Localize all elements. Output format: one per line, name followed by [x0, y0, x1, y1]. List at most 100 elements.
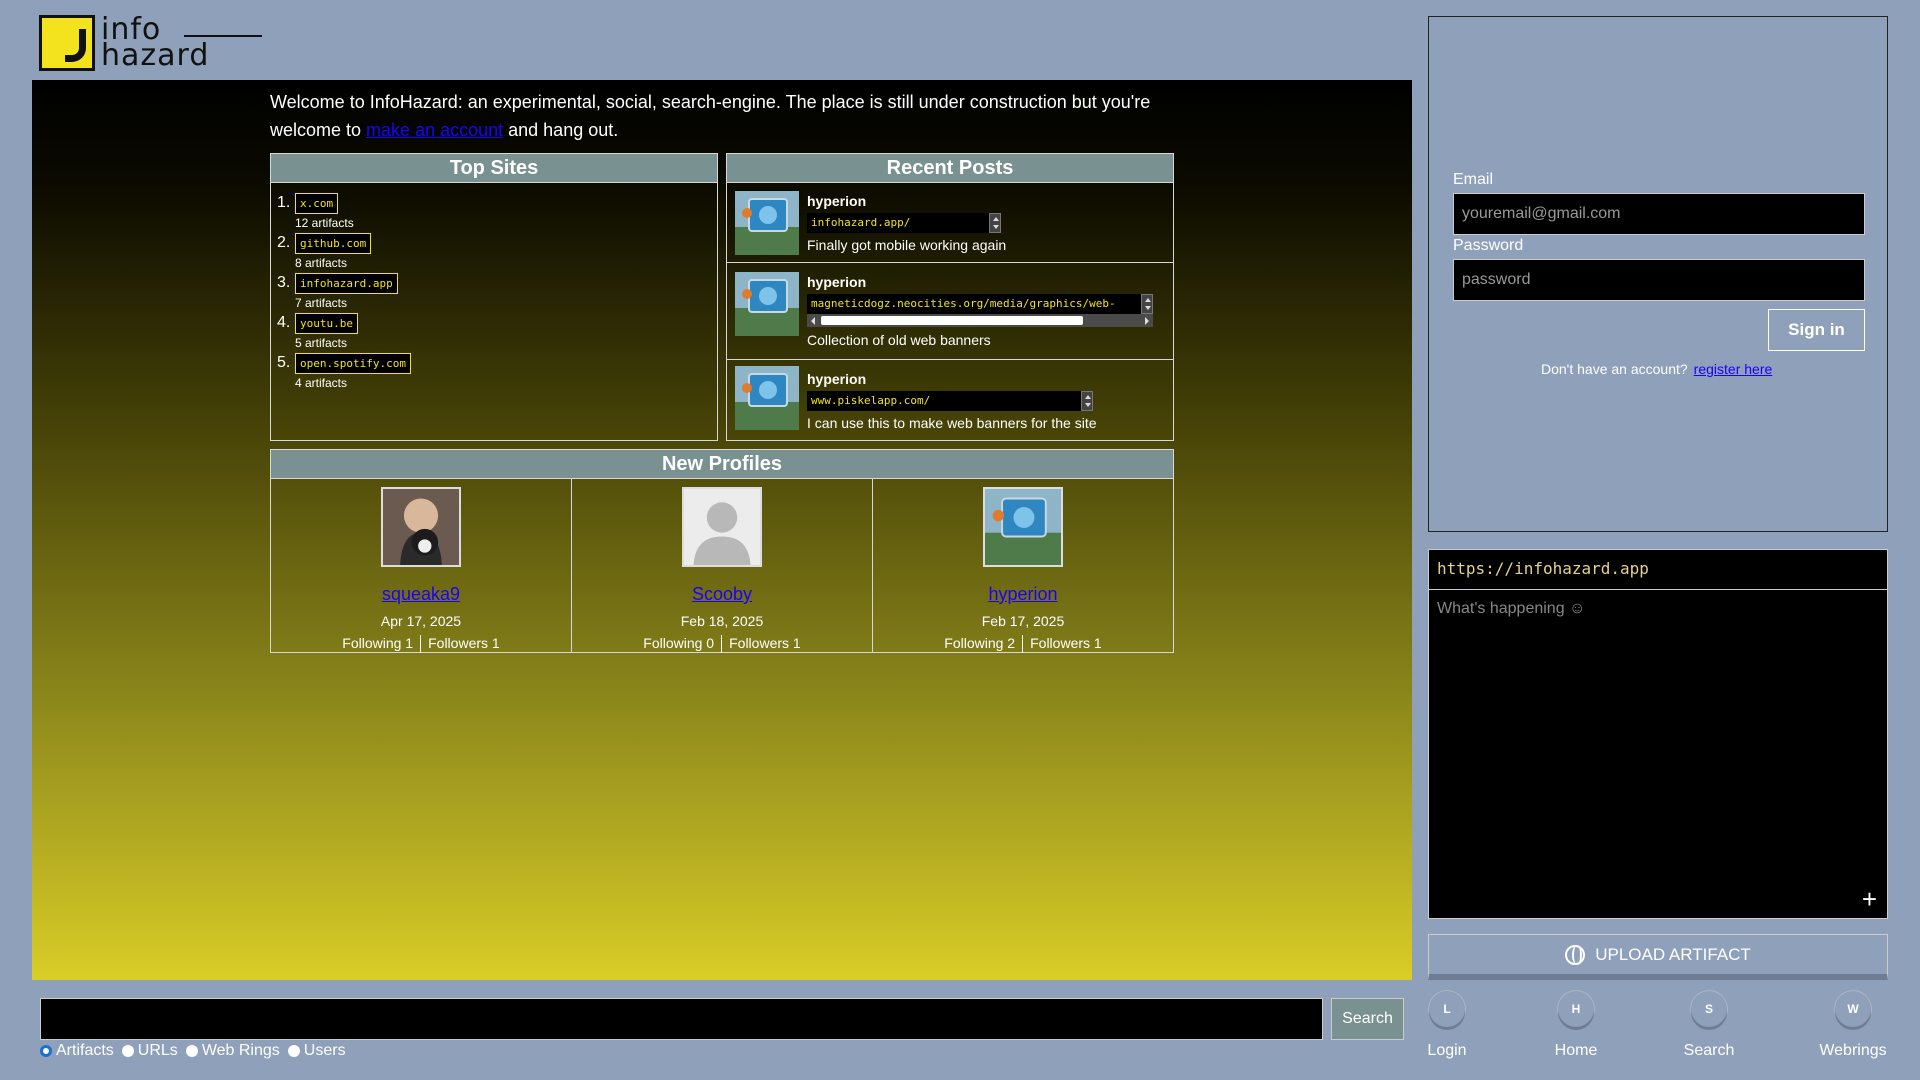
profile-joined-date: Feb 17, 2025 [981, 613, 1065, 629]
site-link[interactable]: github.com [295, 233, 372, 254]
post-url[interactable]: www.piskelapp.com/ [807, 391, 1087, 411]
site-logo[interactable]: info hazard [39, 15, 262, 73]
list-item: 5. open.spotify.com 4 artifacts [277, 353, 717, 390]
list-item: 4. youtu.be 5 artifacts [277, 313, 717, 350]
nav-login[interactable]: L Login [1407, 991, 1487, 1060]
password-field[interactable]: password [1453, 259, 1865, 301]
post-username[interactable]: hyperion [807, 371, 866, 387]
profile-joined-date: Apr 17, 2025 [380, 613, 462, 629]
email-label: Email [1453, 171, 1494, 188]
radio-label: Artifacts [56, 1042, 114, 1059]
login-panel: Email youremail@gmail.com Password passw… [1428, 16, 1888, 532]
password-label: Password [1453, 237, 1524, 254]
radio-urls[interactable]: URLs [121, 1042, 178, 1060]
plus-icon[interactable]: + [1862, 886, 1877, 912]
nav-label[interactable]: Search [1669, 1042, 1749, 1060]
sign-in-button[interactable]: Sign in [1768, 309, 1865, 351]
radio-selected-icon[interactable] [40, 1045, 52, 1057]
login-key-icon[interactable]: L [1429, 991, 1465, 1027]
site-link[interactable]: youtu.be [295, 313, 358, 334]
url-scroll-spinner[interactable] [1141, 294, 1153, 314]
follow-stats: Following 2 Followers 1 [873, 635, 1173, 653]
nav-webrings[interactable]: W Webrings [1813, 991, 1893, 1060]
nav-search[interactable]: S Search [1669, 991, 1749, 1060]
radio-label: Users [303, 1042, 346, 1059]
globe-icon [1565, 944, 1586, 965]
welcome-message: Welcome to InfoHazard: an experimental, … [270, 88, 1190, 144]
post-url[interactable]: magneticdogz.neocities.org/media/graphic… [807, 294, 1141, 314]
followers-count[interactable]: Followers 1 [421, 635, 507, 653]
follow-stats: Following 1 Followers 1 [271, 635, 571, 653]
profile-name-link[interactable]: squeaka9 [271, 584, 571, 605]
logo-rule [184, 35, 262, 37]
post-text: Collection of old web banners [807, 332, 991, 348]
upload-artifact-button[interactable]: UPLOAD ARTIFACT [1428, 934, 1888, 980]
followers-count[interactable]: Followers 1 [1023, 635, 1109, 653]
site-link[interactable]: infohazard.app [295, 273, 398, 294]
profile-name-link[interactable]: Scooby [572, 584, 872, 605]
profile-card: hyperion Feb 17, 2025 Following 2 Follow… [873, 479, 1173, 653]
url-scroll-spinner[interactable] [989, 213, 1001, 233]
radio-users[interactable]: Users [287, 1042, 346, 1060]
upload-label: UPLOAD ARTIFACT [1595, 944, 1751, 964]
following-count[interactable]: Following 0 [636, 635, 721, 653]
rank-number: 5. [277, 354, 291, 371]
register-prompt: Don't have an account? register here [1541, 361, 1772, 377]
artifact-count: 4 artifacts [295, 376, 348, 390]
radio-icon[interactable] [121, 1045, 134, 1057]
post-text: I can use this to make web banners for t… [807, 415, 1097, 431]
url-horizontal-scrollbar[interactable] [807, 314, 1153, 327]
post-item[interactable]: hyperion magneticdogz.neocities.org/medi… [727, 264, 1173, 360]
avatar[interactable] [682, 487, 762, 567]
no-account-text: Don't have an account? [1541, 361, 1688, 377]
post-item[interactable]: hyperion infohazard.app/ Finally got mob… [727, 183, 1173, 263]
avatar[interactable] [735, 191, 799, 255]
avatar[interactable] [735, 272, 799, 336]
post-username[interactable]: hyperion [807, 274, 866, 290]
avatar[interactable] [983, 487, 1063, 567]
search-key-icon[interactable]: S [1691, 991, 1727, 1027]
search-input[interactable] [40, 998, 1323, 1040]
profile-name-link[interactable]: hyperion [873, 584, 1173, 605]
avatar[interactable] [381, 487, 461, 567]
url-scroll-spinner[interactable] [1081, 391, 1093, 411]
new-profiles-title: New Profiles [271, 450, 1173, 479]
nav-label[interactable]: Login [1407, 1042, 1487, 1060]
email-field[interactable]: youremail@gmail.com [1453, 193, 1865, 235]
following-count[interactable]: Following 2 [937, 635, 1022, 653]
home-key-icon[interactable]: H [1558, 991, 1594, 1027]
new-profiles-card: New Profiles squeaka9 Apr 17, 2025 Follo… [270, 449, 1174, 653]
radio-icon[interactable] [287, 1045, 300, 1057]
artifact-count: 12 artifacts [295, 216, 354, 230]
nav-label[interactable]: Home [1536, 1042, 1616, 1060]
logo-mark [39, 15, 95, 71]
rank-number: 2. [277, 234, 291, 251]
top-sites-title: Top Sites [271, 154, 717, 183]
recent-posts-card: Recent Posts hyperion infohazard.app/ Fi… [726, 153, 1174, 441]
list-item: 2. github.com 8 artifacts [277, 233, 717, 270]
post-textarea[interactable]: What's happening ☺ [1429, 590, 1887, 628]
radio-artifacts[interactable]: Artifacts [40, 1042, 114, 1060]
post-username[interactable]: hyperion [807, 193, 866, 209]
post-item[interactable]: hyperion www.piskelapp.com/ I can use th… [727, 361, 1173, 441]
recent-posts-title: Recent Posts [727, 154, 1173, 183]
nav-label[interactable]: Webrings [1813, 1042, 1893, 1060]
search-button[interactable]: Search [1331, 998, 1404, 1040]
radio-icon[interactable] [185, 1045, 198, 1057]
post-url[interactable]: infohazard.app/ [807, 213, 993, 233]
artifact-url-input[interactable]: https://infohazard.app [1429, 550, 1887, 590]
following-count[interactable]: Following 1 [335, 635, 420, 653]
webrings-key-icon[interactable]: W [1835, 991, 1871, 1027]
site-link[interactable]: open.spotify.com [295, 353, 411, 374]
nav-home[interactable]: H Home [1536, 991, 1616, 1060]
profile-card: squeaka9 Apr 17, 2025 Following 1 Follow… [271, 479, 572, 653]
artifact-count: 5 artifacts [295, 336, 348, 350]
followers-count[interactable]: Followers 1 [722, 635, 808, 653]
register-link[interactable]: register here [1694, 361, 1773, 377]
avatar[interactable] [735, 366, 799, 430]
follow-stats: Following 0 Followers 1 [572, 635, 872, 653]
site-link[interactable]: x.com [295, 193, 339, 214]
radio-web-rings[interactable]: Web Rings [185, 1042, 280, 1060]
make-account-link[interactable]: make an account [366, 120, 503, 140]
compose-box[interactable]: https://infohazard.app What's happening … [1428, 549, 1888, 919]
